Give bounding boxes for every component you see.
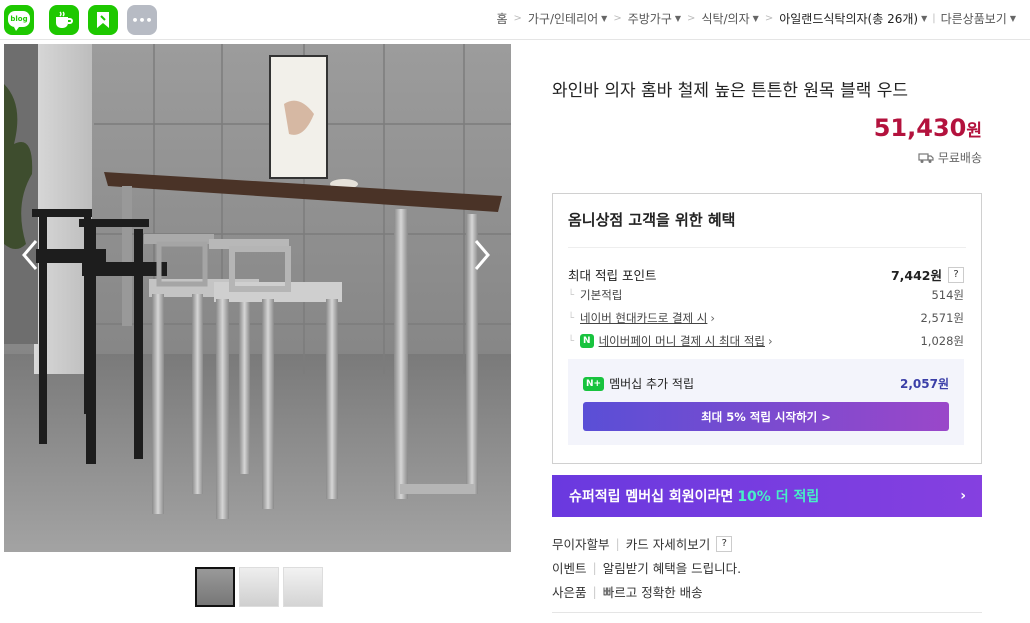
points-label: 기본적립 [580,288,623,302]
max-points-value: 7,442원 [890,268,942,283]
thumbnail-2[interactable] [239,567,279,607]
product-main-image [4,44,511,552]
nplus-badge-icon: N+ [583,376,605,391]
chevron-down-icon[interactable]: ▼ [675,14,681,23]
product-price: 51,430원 [874,114,982,142]
membership-start-button[interactable]: 최대 5% 적립 시작하기 > [583,402,949,431]
breadcrumb-separator-icon: > [513,12,522,24]
help-icon[interactable]: ? [948,266,964,283]
other-products-link[interactable]: 다른상품보기 [941,10,1007,27]
top-bar: blog ••• 홈 > 가구/인테리어 ▼ > 주방가구 ▼ > 식탁/의자 ▼ >… [0,0,1030,40]
card-detail-link[interactable]: 카드 자세히보기 [626,534,710,553]
info-row-gift: 사은품 | 빠르고 정확한 배송 [552,582,703,601]
elbow-icon: └ [568,312,575,324]
points-link[interactable]: 네이버 현대카드로 결제 시 [580,310,707,326]
naverpay-icon: N [580,334,594,348]
breadcrumb: 홈 > 가구/인테리어 ▼ > 주방가구 ▼ > 식탁/의자 ▼ > 아일랜드식탁의자… [496,0,1016,36]
info-key: 사은품 [552,585,587,600]
super-points-banner[interactable]: 슈퍼적립 멤버십 회원이라면 10% 더 적립 › [552,475,982,517]
divider: | [615,536,620,551]
points-row-basic: └ 기본적립 514원 [568,287,964,303]
chevron-down-icon[interactable]: ▼ [753,14,759,23]
product-title: 와인바 의자 홈바 철제 높은 튼튼한 원목 블랙 우드 [552,81,909,101]
breadcrumb-count: (총 26개) [867,11,919,26]
benefit-title: 옴니상점 고객을 위한 혜택 [568,211,736,229]
banner-text: 슈퍼적립 멤버십 회원이라면 [569,489,734,505]
price-unit: 원 [966,121,982,141]
membership-panel: N+ 멤버십 추가 적립 2,057원 최대 5% 적립 시작하기 > [568,359,964,445]
info-row-event: 이벤트 | 알림받기 혜택을 드립니다. [552,558,741,577]
help-icon[interactable]: ? [716,535,733,552]
breadcrumb-item-kitchen[interactable]: 주방가구 [628,10,672,27]
chevron-right-icon[interactable]: › [710,311,715,325]
points-row-naverpay[interactable]: └ N 네이버페이 머니 결제 시 최대 적립 › 1,028원 [568,333,964,349]
membership-value: 2,057원 [900,377,949,391]
bookmark-icon[interactable] [88,5,118,35]
points-value: 2,571원 [920,311,964,325]
breadcrumb-current[interactable]: 아일랜드식탁의자 [779,10,867,27]
points-row-card[interactable]: └ 네이버 현대카드로 결제 시 › 2,571원 [568,310,964,326]
info-key: 무이자할부 [552,537,610,552]
divider [552,612,982,613]
chevron-right-icon[interactable]: › [960,488,966,504]
more-icon[interactable]: ••• [127,5,157,35]
points-value: 514원 [931,288,964,302]
membership-label: 멤버십 추가 적립 [609,377,694,391]
max-points-row: 최대 적립 포인트 7,442원? [568,265,964,284]
points-value: 1,028원 [920,334,964,348]
benefit-box: 옴니상점 고객을 위한 혜택 최대 적립 포인트 7,442원? └ 기본적립 5… [552,193,982,464]
chevron-down-icon[interactable]: ▼ [1010,14,1016,23]
info-value: 빠르고 정확한 배송 [602,585,703,600]
chevron-right-icon[interactable]: › [768,334,773,348]
truck-icon [918,152,934,163]
prev-image-arrow-icon[interactable] [16,237,46,273]
breadcrumb-home[interactable]: 홈 [496,10,507,27]
elbow-icon: └ [568,335,575,347]
thumbnail-1[interactable] [195,567,235,607]
breadcrumb-item-dining[interactable]: 식탁/의자 [701,10,749,27]
info-row-installment: 무이자할부 | 카드 자세히보기 ? [552,534,733,553]
info-value: 알림받기 혜택을 드립니다. [602,561,742,576]
points-link[interactable]: 네이버페이 머니 결제 시 최대 적립 [599,333,765,349]
elbow-icon: └ [568,289,575,301]
price-value: 51,430 [873,114,967,142]
thumbnail-strip [195,567,323,607]
breadcrumb-separator-icon: > [613,12,622,24]
banner-highlight: 10% 더 적립 [737,489,820,505]
breadcrumb-separator-icon: > [764,12,774,24]
breadcrumb-item-furniture[interactable]: 가구/인테리어 [528,10,598,27]
shipping-info: 무료배송 [918,149,982,166]
cafe-icon[interactable] [49,5,79,35]
membership-row: N+ 멤버십 추가 적립 2,057원 [583,375,949,392]
divider [568,247,966,248]
breadcrumb-separator-icon: > [687,12,696,24]
next-image-arrow-icon[interactable] [466,237,496,273]
chevron-down-icon[interactable]: ▼ [921,14,927,23]
divider: | [592,584,597,599]
divider: | [932,12,936,24]
divider: | [592,560,597,575]
blog-icon[interactable]: blog [4,5,34,35]
product-photo [4,44,511,552]
info-key: 이벤트 [552,561,587,576]
shipping-text: 무료배송 [937,151,982,165]
blog-icon-label: blog [10,15,28,23]
chevron-down-icon[interactable]: ▼ [601,14,607,23]
thumbnail-3[interactable] [283,567,323,607]
max-points-label: 최대 적립 포인트 [568,268,657,283]
